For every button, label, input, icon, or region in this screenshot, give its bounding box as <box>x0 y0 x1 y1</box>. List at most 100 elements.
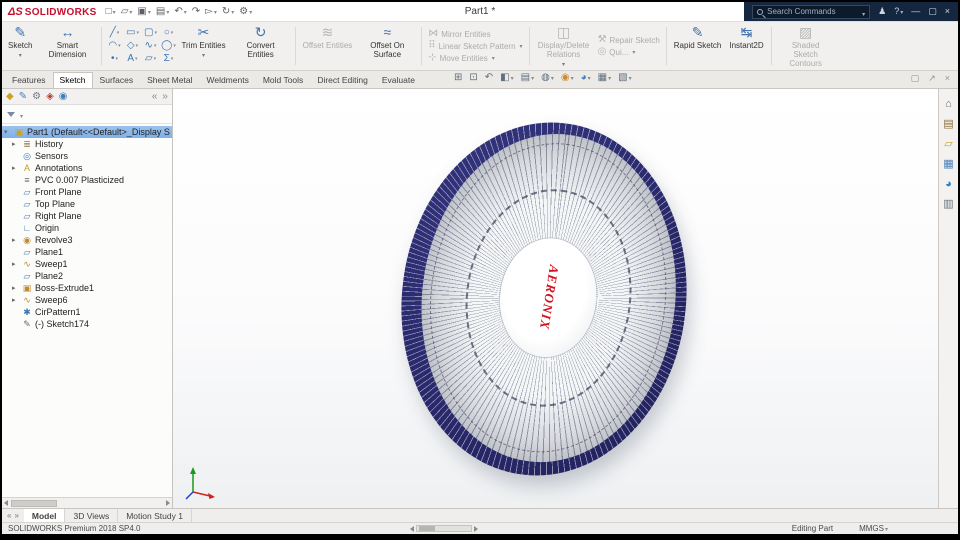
expander-icon[interactable] <box>12 297 19 304</box>
tree-item-top-plane[interactable]: ▱ Top Plane <box>2 198 172 210</box>
offset-on-surface-button[interactable]: ≈ Offset On Surface <box>356 23 418 69</box>
sketch-button[interactable]: ✎ Sketch <box>4 23 36 69</box>
new-file-icon[interactable]: □ <box>105 6 117 17</box>
search-dropdown-icon[interactable] <box>861 3 865 21</box>
tree-item-sensors[interactable]: ◎ Sensors <box>2 150 172 162</box>
select-icon[interactable]: ▻ <box>204 6 218 17</box>
configuration-manager-tab-icon[interactable]: ⚙ <box>32 91 41 102</box>
display-delete-dropdown-icon[interactable] <box>562 59 565 69</box>
panel-scroll-left-icon[interactable]: « <box>152 91 158 102</box>
move-entities-button[interactable]: ⊹ Move Entities <box>428 53 522 63</box>
expander-icon[interactable] <box>12 261 19 268</box>
filter-icon[interactable] <box>7 111 15 117</box>
ellipse-icon[interactable]: ◯ <box>159 40 177 53</box>
scroll-tabs-left-icon[interactable] <box>7 511 11 520</box>
tree-item-history[interactable]: ≣ History <box>2 138 172 150</box>
status-units[interactable]: MMGS <box>859 524 888 533</box>
rectangle-icon[interactable]: ▭ <box>123 27 141 40</box>
expander-icon[interactable] <box>4 129 11 136</box>
feature-manager-tab-icon[interactable]: ◆ <box>6 91 14 102</box>
close-icon[interactable]: × <box>945 7 950 16</box>
scroll-right-icon[interactable] <box>474 525 478 532</box>
expander-icon[interactable] <box>12 141 19 148</box>
wheel-model[interactable]: AERONIX <box>381 106 707 493</box>
tab-mold-tools[interactable]: Mold Tools <box>256 72 310 88</box>
point-icon[interactable]: • <box>105 53 123 66</box>
previous-view-icon[interactable]: ↶ <box>485 73 493 83</box>
minimize-icon[interactable]: — <box>911 7 920 16</box>
shaded-sketch-contours-button[interactable]: ▨ Shaded Sketch Contours <box>775 23 837 69</box>
tree-item-sketch174[interactable]: ✎ (-) Sketch174 <box>2 318 172 330</box>
circle-icon[interactable]: ○ <box>159 27 177 40</box>
view-settings-icon[interactable]: ▧ <box>618 73 631 83</box>
scrollbar-thumb[interactable] <box>11 499 57 507</box>
line-icon[interactable]: ╱ <box>105 27 123 40</box>
tab-weldments[interactable]: Weldments <box>199 72 255 88</box>
arc-icon[interactable]: ◠ <box>105 40 123 53</box>
tree-item-front-plane[interactable]: ▱ Front Plane <box>2 186 172 198</box>
expander-icon[interactable] <box>12 285 19 292</box>
tree-item-cirpattern1[interactable]: ✱ CirPattern1 <box>2 306 172 318</box>
tree-root-part1[interactable]: ▣ Part1 (Default<<Default>_Display S <box>2 126 172 139</box>
tree-item-right-plane[interactable]: ▱ Right Plane <box>2 210 172 222</box>
trim-dropdown-icon[interactable] <box>202 50 205 60</box>
sketch-dropdown-icon[interactable] <box>19 50 22 60</box>
tree-item-pvc-0-007-plasticized[interactable]: ≡ PVC 0.007 Plasticized <box>2 174 172 186</box>
tab-sheet-metal[interactable]: Sheet Metal <box>140 72 199 88</box>
bottom-tab-3d-views[interactable]: 3D Views <box>65 509 119 522</box>
section-view-icon[interactable]: ◧ <box>500 73 513 83</box>
hide-show-icon[interactable]: ◉ <box>561 73 574 83</box>
display-style-icon[interactable]: ◍ <box>541 73 554 83</box>
panel-scroll-right-icon[interactable]: » <box>162 91 168 102</box>
offset-entities-button[interactable]: ≋ Offset Entities <box>299 23 357 69</box>
print-icon[interactable]: ▤ <box>155 6 170 17</box>
tab-surfaces[interactable]: Surfaces <box>93 72 141 88</box>
redo-icon[interactable]: ↷ <box>191 6 201 17</box>
fullscreen-icon[interactable]: ↗ <box>928 74 936 83</box>
repair-sketch-button[interactable]: ⚒ Repair Sketch <box>598 35 660 45</box>
tree-item-revolve3[interactable]: ◉ Revolve3 <box>2 234 172 246</box>
expander-icon[interactable] <box>12 165 19 172</box>
appearances-icon[interactable]: ◕ <box>945 179 952 190</box>
tree-item-sweep1[interactable]: ∿ Sweep1 <box>2 258 172 270</box>
view-palette-icon[interactable]: ▦ <box>943 159 953 170</box>
save-icon[interactable]: ▣ <box>136 6 151 17</box>
view-orientation-icon[interactable]: ▤ <box>521 73 534 83</box>
close-pane-icon[interactable]: × <box>945 74 950 83</box>
maximize-icon[interactable]: ▢ <box>928 7 937 16</box>
display-pane-icon[interactable]: ▢ <box>911 74 920 83</box>
edit-appearance-icon[interactable]: ◕ <box>581 73 591 83</box>
scrollbar-track[interactable] <box>416 525 472 532</box>
instant2d-button[interactable]: ↹ Instant2D <box>725 23 767 69</box>
convert-entities-button[interactable]: ↻ Convert Entities <box>230 23 292 69</box>
spline-icon[interactable]: ∿ <box>141 40 159 53</box>
zoom-fit-icon[interactable]: ⊞ <box>454 73 462 83</box>
zoom-area-icon[interactable]: ⊡ <box>469 73 477 83</box>
trim-entities-button[interactable]: ✂ Trim Entities <box>177 23 229 69</box>
file-explorer-icon[interactable]: ▱ <box>944 139 952 150</box>
graphics-viewport[interactable]: AERONIX <box>172 89 938 508</box>
scrollbar-thumb[interactable] <box>419 526 435 531</box>
undo-icon[interactable]: ↶ <box>173 6 187 17</box>
user-icon[interactable]: ♟ <box>878 7 886 16</box>
mirror-entities-button[interactable]: ⋈ Mirror Entities <box>428 29 522 39</box>
smart-dimension-button[interactable]: ↔ Smart Dimension <box>36 23 98 69</box>
status-scrollbar[interactable] <box>410 525 478 532</box>
tree-item-plane1[interactable]: ▱ Plane1 <box>2 246 172 258</box>
design-library-icon[interactable]: ▤ <box>943 119 953 130</box>
tree-item-annotations[interactable]: A Annotations <box>2 162 172 174</box>
expander-icon[interactable] <box>12 237 19 244</box>
search-commands-box[interactable]: Search Commands <box>752 3 871 21</box>
scroll-right-icon[interactable] <box>165 500 170 506</box>
polygon-icon[interactable]: ◇ <box>123 40 141 53</box>
rapid-sketch-button[interactable]: ✎ Rapid Sketch <box>670 23 726 69</box>
bottom-tab-model[interactable]: Model <box>23 509 66 522</box>
tree-item-origin[interactable]: ∟ Origin <box>2 222 172 234</box>
panel-horizontal-scrollbar[interactable] <box>2 497 172 508</box>
property-manager-tab-icon[interactable]: ✎ <box>19 91 27 102</box>
tab-features[interactable]: Features <box>5 72 53 88</box>
display-delete-relations-button[interactable]: ◫ Display/Delete Relations <box>533 23 595 69</box>
custom-properties-icon[interactable]: ▥ <box>943 199 953 210</box>
dimxpert-manager-tab-icon[interactable]: ◈ <box>46 91 54 102</box>
help-icon[interactable]: ? <box>894 7 903 16</box>
